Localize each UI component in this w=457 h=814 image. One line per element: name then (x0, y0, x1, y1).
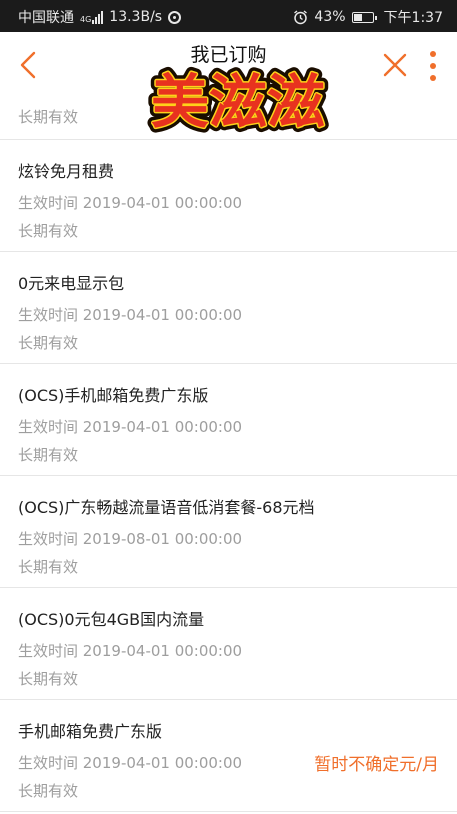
battery-percent: 43% (314, 9, 346, 25)
clock: 下午1:37 (383, 10, 443, 26)
item-name: 0元来电显示包 (18, 274, 125, 293)
item-name: 炫铃免月租费 (18, 162, 115, 181)
network-speed: 13.3B/s (109, 9, 163, 25)
battery-icon (351, 11, 377, 23)
validity-text: 长期有效 (18, 558, 79, 576)
item-date: 生效时间 2019-04-01 00:00:00 (18, 306, 243, 324)
list-item[interactable]: (OCS)手机邮箱免费广东版 生效时间 2019-04-01 00:00:00 … (0, 364, 457, 476)
network-type: 4G (80, 15, 92, 24)
logo-sticker: 美滋滋 美滋滋 (146, 63, 330, 140)
status-left: 中国联通 4G 13.3B/s (18, 7, 182, 27)
item-name: (OCS)手机邮箱免费广东版 (18, 386, 209, 405)
validity-text: 长期有效 (18, 782, 79, 800)
validity-text: 长期有效 (18, 446, 79, 464)
validity-text: 长期有效 (18, 334, 79, 352)
item-date: 生效时间 2019-04-01 00:00:00 (18, 194, 243, 212)
list-item[interactable]: (OCS)广东畅越流量语音低消套餐-68元档 生效时间 2019-08-01 0… (0, 476, 457, 588)
item-name: 手机邮箱免费广东版 (18, 722, 163, 741)
validity-text: 长期有效 (18, 222, 79, 240)
list-item[interactable]: 手机邮箱免费广东版 生效时间 2019-04-01 00:00:00 长期有效 … (0, 700, 457, 812)
subscription-list: 长期有效 炫铃免月租费 生效时间 2019-04-01 00:00:00 长期有… (0, 100, 457, 814)
list-item[interactable]: (OCS)0元包4GB国内流量 生效时间 2019-04-01 00:00:00… (0, 588, 457, 700)
more-vertical-icon[interactable] (423, 48, 443, 84)
close-icon[interactable] (382, 52, 408, 78)
validity-text: 长期有效 (18, 670, 79, 688)
app-notification-icon (168, 10, 182, 24)
item-name: (OCS)广东畅越流量语音低消套餐-68元档 (18, 498, 315, 517)
validity-text: 长期有效 (18, 108, 79, 126)
alarm-icon (294, 9, 308, 24)
status-right: 43% 下午1:37 (293, 7, 443, 27)
item-date: 生效时间 2019-08-01 00:00:00 (18, 530, 243, 548)
list-item[interactable]: 0元来电显示包 生效时间 2019-04-01 00:00:00 长期有效 (0, 252, 457, 364)
status-bar: 中国联通 4G 13.3B/s 43% 下午1:37 (0, 0, 457, 32)
list-item[interactable]: 炫铃免月租费 生效时间 2019-04-01 00:00:00 长期有效 (0, 140, 457, 252)
logo-text: 美滋滋 (151, 68, 325, 136)
signal-icon: 4G (80, 10, 104, 24)
item-date: 生效时间 2019-04-01 00:00:00 (18, 418, 243, 436)
item-date: 生效时间 2019-04-01 00:00:00 (18, 754, 243, 772)
carrier-name: 中国联通 (18, 10, 74, 26)
item-price: 暂时不确定元/月 (314, 755, 439, 775)
item-name: (OCS)0元包4GB国内流量 (18, 610, 205, 629)
item-date: 生效时间 2019-04-01 00:00:00 (18, 642, 243, 660)
